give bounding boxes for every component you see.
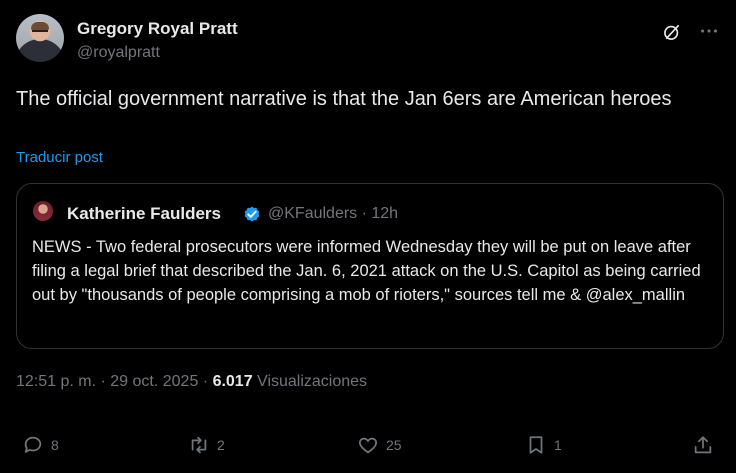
translate-post-link[interactable]: Traducir post [16, 149, 103, 166]
author-handle[interactable]: @royalpratt [77, 44, 160, 62]
post-time[interactable]: 12:51 p. m. · 29 oct. 2025 · [16, 373, 213, 390]
action-bar: 8 2 25 1 [0, 425, 736, 465]
quoted-author-avatar[interactable] [33, 201, 53, 221]
verified-badge-icon [244, 206, 260, 222]
avatar-glasses [32, 30, 48, 34]
quoted-author-name[interactable]: Katherine Faulders [67, 204, 221, 224]
bookmark-icon [529, 436, 543, 454]
reply-button[interactable]: 8 [22, 433, 59, 457]
post-text: The official government narrative is tha… [16, 88, 672, 110]
reply-count: 8 [51, 437, 59, 453]
reply-icon [24, 436, 42, 453]
author-name[interactable]: Gregory Royal Pratt [77, 19, 238, 39]
post-header: Gregory Royal Pratt @royalpratt [16, 14, 720, 66]
repost-button[interactable]: 2 [188, 433, 225, 457]
more-icon[interactable] [698, 20, 720, 42]
like-button[interactable]: 25 [357, 433, 402, 457]
like-icon [359, 437, 377, 454]
author-avatar[interactable] [16, 14, 64, 62]
like-count: 25 [386, 437, 402, 453]
grok-icon[interactable] [662, 22, 682, 42]
share-icon [694, 436, 712, 454]
share-button[interactable] [692, 433, 714, 457]
repost-count: 2 [217, 437, 225, 453]
quoted-post-text: NEWS - Two federal prosecutors were info… [32, 238, 701, 304]
bookmark-count: 1 [554, 437, 562, 453]
views-count[interactable]: 6.017 [213, 373, 253, 390]
repost-icon [191, 436, 207, 454]
bookmark-button[interactable]: 1 [525, 433, 562, 457]
quoted-post[interactable]: Katherine Faulders @KFaulders · 12h NEWS… [16, 183, 724, 349]
post-timestamp: 12:51 p. m. · 29 oct. 2025 · 6.017 Visua… [16, 373, 367, 391]
avatar-hair [31, 22, 49, 30]
views-label: Visualizaciones [252, 373, 368, 390]
quoted-author-meta: @KFaulders · 12h [268, 205, 399, 222]
